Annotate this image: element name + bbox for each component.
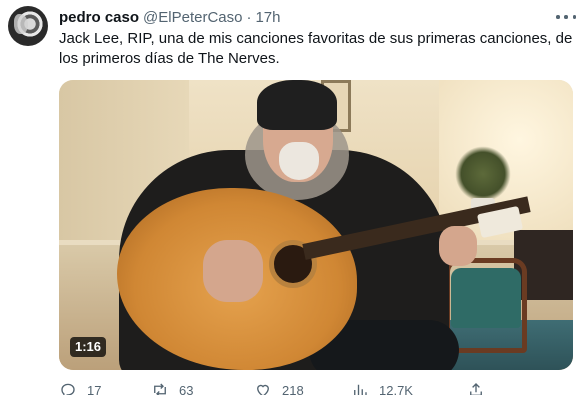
avatar[interactable] (8, 6, 48, 46)
share-button[interactable] (467, 381, 485, 395)
reply-count: 17 (87, 382, 102, 395)
share-icon (470, 383, 482, 395)
views-button[interactable]: 12.7K (351, 381, 413, 395)
video-frame-chair (451, 268, 521, 328)
views-count: 12.7K (379, 382, 413, 395)
timestamp[interactable]: 17h (255, 9, 280, 26)
like-count: 218 (282, 382, 304, 395)
tweet-header: pedro caso @ElPeterCaso · 17h (59, 7, 281, 27)
tweet[interactable]: pedro caso @ElPeterCaso · 17h Jack Lee, … (0, 0, 588, 395)
separator-dot: · (246, 8, 252, 26)
like-button[interactable]: 218 (254, 381, 304, 395)
video-frame-beanie (257, 80, 337, 130)
tweet-text: Jack Lee, RIP, una de mis canciones favo… (59, 30, 573, 67)
reply-button[interactable]: 17 (59, 381, 101, 395)
like-icon (257, 384, 269, 395)
more-icon[interactable] (556, 8, 576, 26)
video-duration-badge: 1:16 (70, 337, 107, 357)
repost-count: 63 (179, 382, 194, 395)
video-frame-fret-hand (439, 226, 477, 266)
action-bar: 17 63 218 12.7K (59, 381, 579, 395)
repost-button[interactable]: 63 (151, 381, 193, 395)
video-player[interactable]: 1:16 (59, 80, 573, 370)
author-name[interactable]: pedro caso (59, 9, 139, 26)
author-handle[interactable]: @ElPeterCaso (143, 9, 242, 26)
reply-icon (61, 383, 75, 395)
video-frame-strum-hand (203, 240, 263, 302)
views-icon (354, 384, 367, 395)
video-frame-plant (455, 146, 511, 202)
repost-icon (154, 383, 166, 395)
video-frame-beard (279, 142, 319, 180)
